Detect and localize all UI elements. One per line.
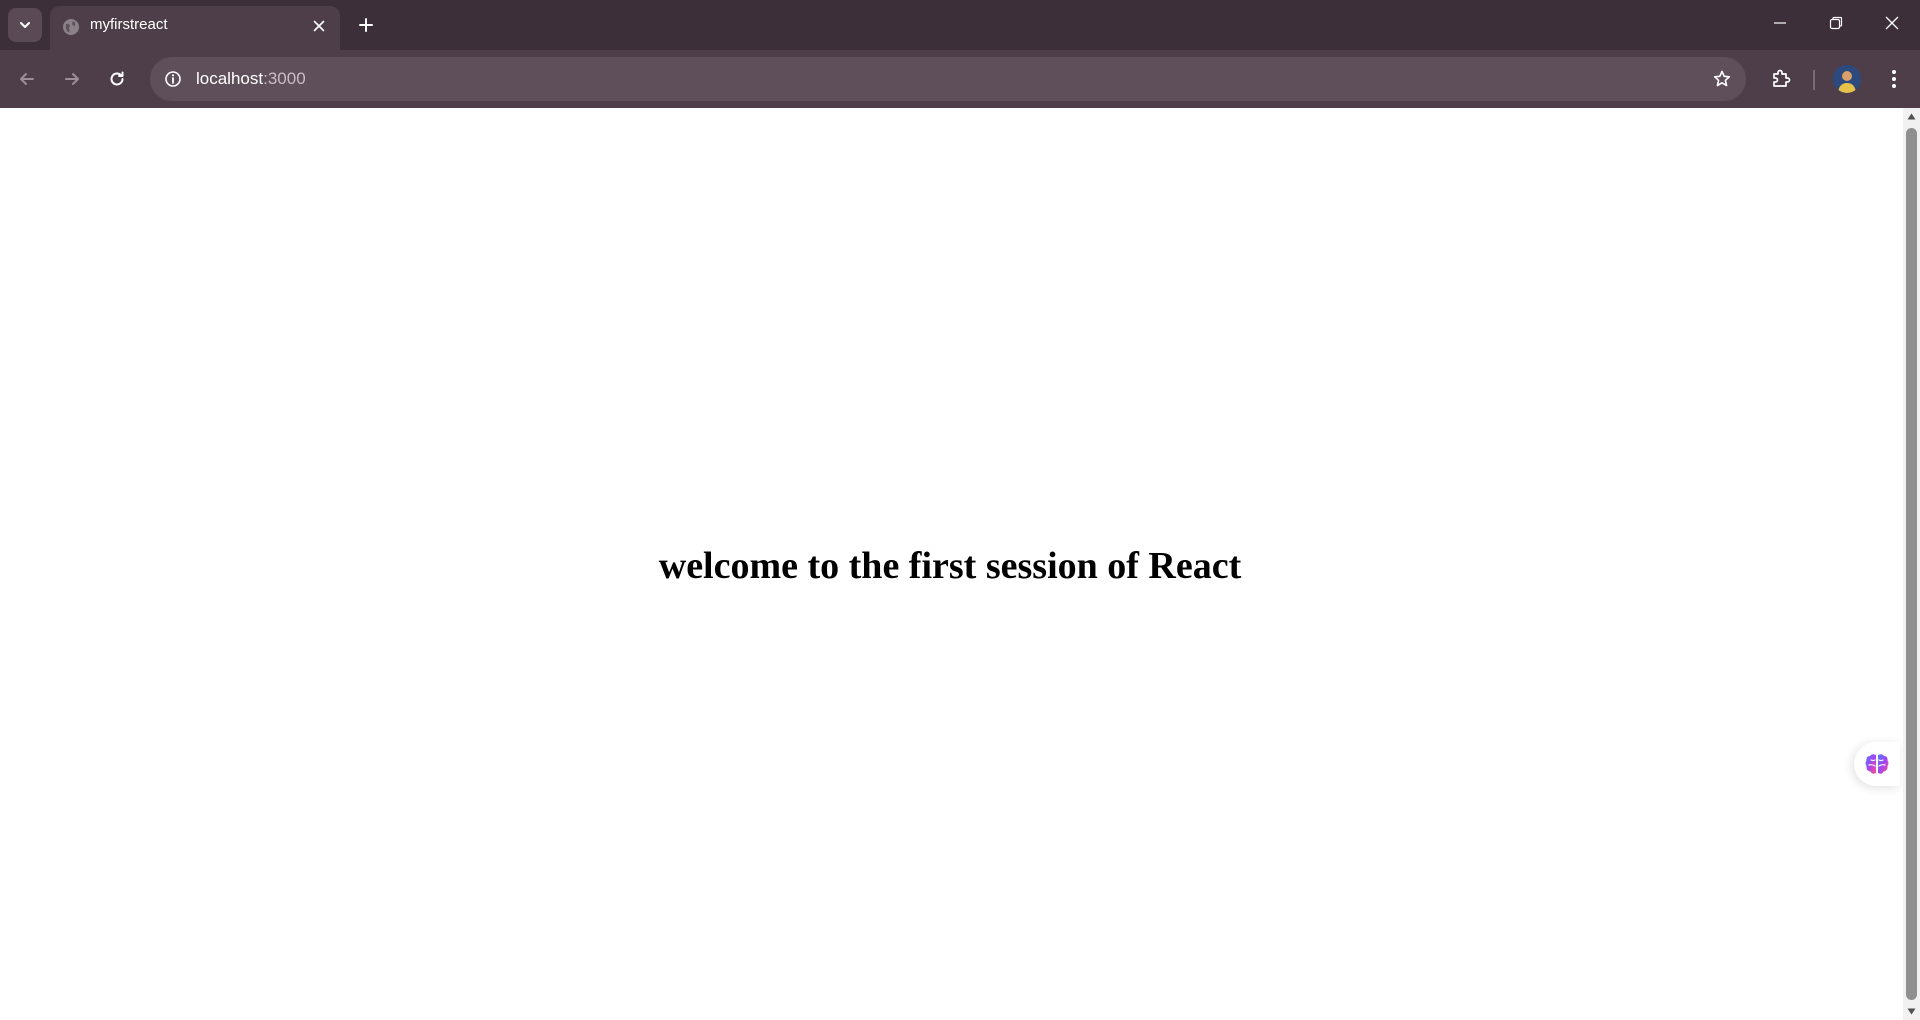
url-host: localhost <box>196 69 264 88</box>
tab-close-button[interactable] <box>308 15 330 37</box>
close-icon <box>313 20 325 32</box>
brain-icon <box>1865 754 1889 774</box>
chevron-down-icon <box>20 22 30 28</box>
arrow-left-icon <box>20 73 34 85</box>
page-heading: welcome to the first session of React <box>658 545 1242 587</box>
back-button[interactable] <box>9 61 45 97</box>
floating-assistant-button[interactable] <box>1854 742 1900 786</box>
tab-title: myfirstreact <box>90 16 168 33</box>
close-window-button[interactable] <box>1864 0 1920 46</box>
scrollbar-thumb[interactable] <box>1906 128 1917 1000</box>
minimize-icon <box>1774 22 1786 24</box>
tab-search-button[interactable] <box>8 8 42 42</box>
restore-icon <box>1829 16 1843 30</box>
forward-button[interactable] <box>54 61 90 97</box>
avatar[interactable] <box>1833 65 1861 93</box>
restore-button[interactable] <box>1808 0 1864 46</box>
extensions-button[interactable] <box>1763 61 1799 97</box>
star-icon <box>1713 70 1731 87</box>
site-info-button[interactable] <box>157 63 189 95</box>
toolbar: localhost:3000 <box>0 50 1920 108</box>
triangle-up-icon <box>1907 113 1916 120</box>
profile-picture <box>1833 65 1861 93</box>
url-port: :3000 <box>263 69 306 88</box>
scroll-down-button[interactable] <box>1903 1003 1920 1020</box>
address-bar[interactable]: localhost:3000 <box>150 57 1746 101</box>
info-icon <box>165 71 181 87</box>
url-text[interactable]: localhost:3000 <box>196 57 306 101</box>
globe-icon <box>63 19 79 35</box>
puzzle-icon <box>1773 69 1791 87</box>
scroll-up-button[interactable] <box>1903 108 1920 125</box>
page-viewport: welcome to the first session of React <box>0 108 1920 1020</box>
triangle-down-icon <box>1907 1008 1916 1015</box>
bookmark-button[interactable] <box>1706 63 1738 95</box>
new-tab-button[interactable] <box>351 8 381 42</box>
reload-button[interactable] <box>99 61 135 97</box>
tab-strip: myfirstreact <box>0 0 1920 50</box>
arrow-right-icon <box>65 73 79 85</box>
kebab-menu-icon <box>1892 70 1896 88</box>
plus-icon <box>359 18 373 32</box>
minimize-button[interactable] <box>1752 0 1808 46</box>
vertical-scrollbar[interactable] <box>1903 108 1920 1020</box>
browser-window: myfirstreact localhost:3000 welcome to t… <box>0 0 1920 1020</box>
browser-menu-button[interactable] <box>1876 61 1912 97</box>
tab-active[interactable]: myfirstreact <box>50 6 340 50</box>
toolbar-divider <box>1813 70 1815 90</box>
close-icon <box>1885 16 1899 30</box>
reload-icon <box>110 71 124 86</box>
